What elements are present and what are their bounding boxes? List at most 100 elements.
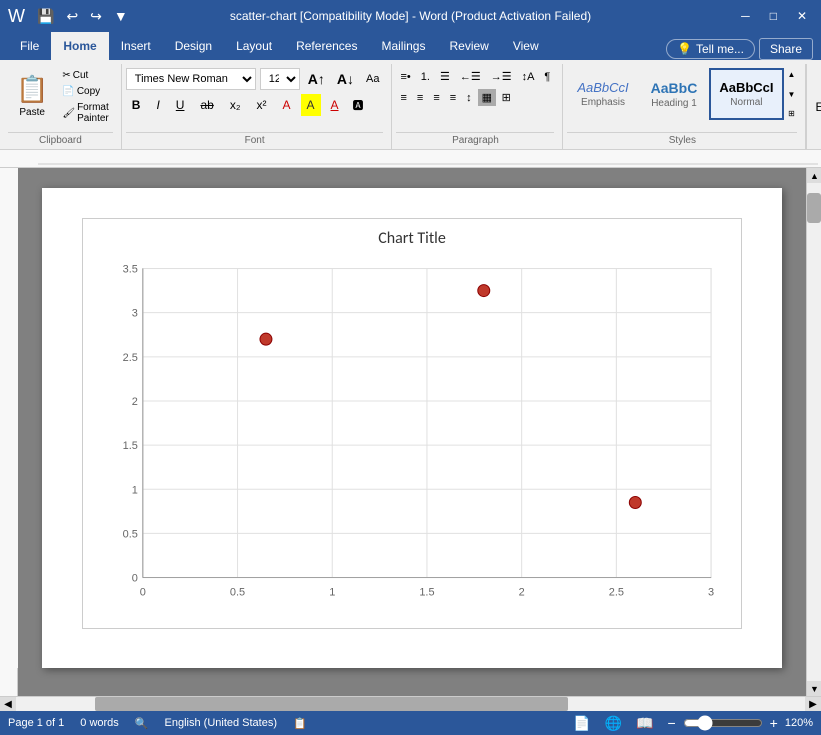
borders-button[interactable]: ⊞ <box>498 89 515 106</box>
emphasis-label: Emphasis <box>577 97 628 108</box>
font-size-select[interactable]: 12 <box>260 68 300 90</box>
svg-text:2.5: 2.5 <box>123 352 138 364</box>
cut-button[interactable]: ✂ Cut <box>58 68 112 83</box>
grow-font-button[interactable]: A↑ <box>304 70 329 88</box>
font-effects-button[interactable]: 🅰 <box>349 95 368 115</box>
tab-mailings[interactable]: Mailings <box>369 32 437 60</box>
read-mode-button[interactable]: 📖 <box>633 715 656 732</box>
shading-button[interactable]: ▦ <box>478 89 496 106</box>
web-layout-button[interactable]: 🌐 <box>602 715 625 732</box>
ribbon-tabs: File Home Insert Design Layout Reference… <box>0 32 821 60</box>
styles-scroll-up[interactable]: ▲ <box>788 70 796 79</box>
align-left-button[interactable]: ≡ <box>396 90 410 106</box>
title-bar-left: W 💾 ↩ ↪ ▼ <box>8 6 132 27</box>
format-painter-button[interactable]: 🖌 Format Painter <box>58 100 112 126</box>
tab-home[interactable]: Home <box>51 32 108 60</box>
font-group: Times New Roman 12 A↑ A↓ Aa B I U ab x₂ … <box>122 64 393 149</box>
zoom-slider[interactable] <box>683 715 763 731</box>
subscript-button[interactable]: x₂ <box>224 94 247 116</box>
zoom-in-button[interactable]: + <box>767 715 781 731</box>
maximize-button[interactable]: □ <box>764 7 783 25</box>
show-formatting-button[interactable]: ¶ <box>540 69 554 85</box>
text-color-button[interactable]: A <box>325 94 345 116</box>
undo-button[interactable]: ↩ <box>62 6 82 27</box>
text-highlight-button[interactable]: A <box>301 94 321 116</box>
close-button[interactable]: ✕ <box>791 7 813 25</box>
scroll-down-button[interactable]: ▼ <box>807 681 821 696</box>
bullets-button[interactable]: ≡• <box>396 69 414 85</box>
scroll-left-button[interactable]: ◀ <box>0 697 16 712</box>
tab-references[interactable]: References <box>284 32 369 60</box>
tell-me-box[interactable]: 💡 Tell me... <box>666 39 755 59</box>
strikethrough-button[interactable]: ab <box>194 94 219 116</box>
proofing-button[interactable]: 🔍 <box>135 717 149 730</box>
h-scroll-thumb[interactable] <box>95 697 568 711</box>
tab-design[interactable]: Design <box>163 32 224 60</box>
scroll-up-button[interactable]: ▲ <box>807 168 821 183</box>
style-emphasis[interactable]: AaBbCcI Emphasis <box>567 68 638 120</box>
styles-expand[interactable]: ⊞ <box>788 109 796 118</box>
font-name-select[interactable]: Times New Roman <box>126 68 256 90</box>
svg-text:0.5: 0.5 <box>230 587 245 599</box>
underline-button[interactable]: U <box>170 94 191 116</box>
style-normal[interactable]: AaBbCcI Normal <box>709 68 783 120</box>
editing-group: Editing <box>806 64 821 149</box>
chart-container: 00.511.522.533.500.511.522.53 <box>93 258 731 618</box>
share-button[interactable]: Share <box>759 38 813 60</box>
tab-view[interactable]: View <box>501 32 551 60</box>
tab-layout[interactable]: Layout <box>224 32 284 60</box>
title-bar: W 💾 ↩ ↪ ▼ scatter-chart [Compatibility M… <box>0 0 821 32</box>
sort-button[interactable]: ↕A <box>518 69 539 85</box>
style-heading1[interactable]: AaBbC Heading 1 <box>641 68 708 120</box>
paste-button[interactable]: 📋 Paste <box>8 68 56 124</box>
h-scroll-track <box>16 697 805 711</box>
change-case-button[interactable]: Aa <box>362 71 383 87</box>
tab-file[interactable]: File <box>8 32 51 60</box>
tell-me-label: Tell me... <box>696 42 744 56</box>
decrease-indent-button[interactable]: ←☰ <box>456 68 485 85</box>
word-count: 0 words <box>80 717 119 729</box>
align-right-button[interactable]: ≡ <box>429 90 443 106</box>
redo-button[interactable]: ↪ <box>86 6 106 27</box>
increase-indent-button[interactable]: →☰ <box>487 68 516 85</box>
normal-label: Normal <box>719 97 773 108</box>
bold-button[interactable]: B <box>126 94 147 116</box>
save-button[interactable]: 💾 <box>33 6 58 27</box>
ribbon-content: 📋 Paste ✂ Cut 📄 Copy 🖌 Format Painter Cl… <box>0 60 821 150</box>
svg-text:3.5: 3.5 <box>123 264 138 276</box>
status-right: 📄 🌐 📖 − + 120% <box>570 715 813 732</box>
multilevel-list-button[interactable]: ☰ <box>436 68 454 85</box>
paragraph-group-content: ≡• 1. ☰ ←☰ →☰ ↕A ¶ ≡ ≡ ≡ ≡ ↕ ▦ ⊞ <box>396 64 554 132</box>
paragraph-group-label: Paragraph <box>396 132 554 149</box>
justify-button[interactable]: ≡ <box>446 90 460 106</box>
paragraph-row2: ≡ ≡ ≡ ≡ ↕ ▦ ⊞ <box>396 89 514 106</box>
svg-text:1: 1 <box>329 587 335 599</box>
numbering-button[interactable]: 1. <box>417 69 434 85</box>
align-center-button[interactable]: ≡ <box>413 90 427 106</box>
chart-area[interactable]: Chart Title 00.511.522.533.500.511.522.5… <box>82 218 742 629</box>
clear-format-button[interactable]: A <box>276 94 296 116</box>
quick-access-dropdown[interactable]: ▼ <box>110 6 132 26</box>
tab-review[interactable]: Review <box>437 32 500 60</box>
track-changes-button[interactable]: 📋 <box>293 717 307 730</box>
superscript-button[interactable]: x² <box>250 94 272 116</box>
italic-button[interactable]: I <box>150 94 165 116</box>
zoom-out-button[interactable]: − <box>664 715 678 731</box>
right-scrollbar[interactable]: ▲ ▼ <box>806 168 821 696</box>
scrollbar-thumb[interactable] <box>807 193 821 223</box>
print-layout-button[interactable]: 📄 <box>570 715 593 732</box>
scroll-right-button[interactable]: ▶ <box>805 697 821 712</box>
styles-group-content: AaBbCcI Emphasis AaBbC Heading 1 AaBbCcI… <box>567 64 797 132</box>
line-spacing-button[interactable]: ↕ <box>462 90 476 106</box>
clipboard-group-content: 📋 Paste ✂ Cut 📄 Copy 🖌 Format Painter <box>8 64 113 132</box>
heading1-preview: AaBbC <box>651 80 698 96</box>
copy-button[interactable]: 📄 Copy <box>58 84 112 99</box>
cut-label: Cut <box>73 70 89 81</box>
status-left: Page 1 of 1 0 words 🔍 English (United St… <box>8 717 307 730</box>
tab-insert[interactable]: Insert <box>109 32 163 60</box>
document-container[interactable]: Chart Title 00.511.522.533.500.511.522.5… <box>18 168 806 696</box>
styles-scroll-down[interactable]: ▼ <box>788 90 796 99</box>
shrink-font-button[interactable]: A↓ <box>333 70 358 88</box>
ribbon-tab-right: 💡 Tell me... Share <box>666 38 821 60</box>
minimize-button[interactable]: ─ <box>735 7 756 25</box>
